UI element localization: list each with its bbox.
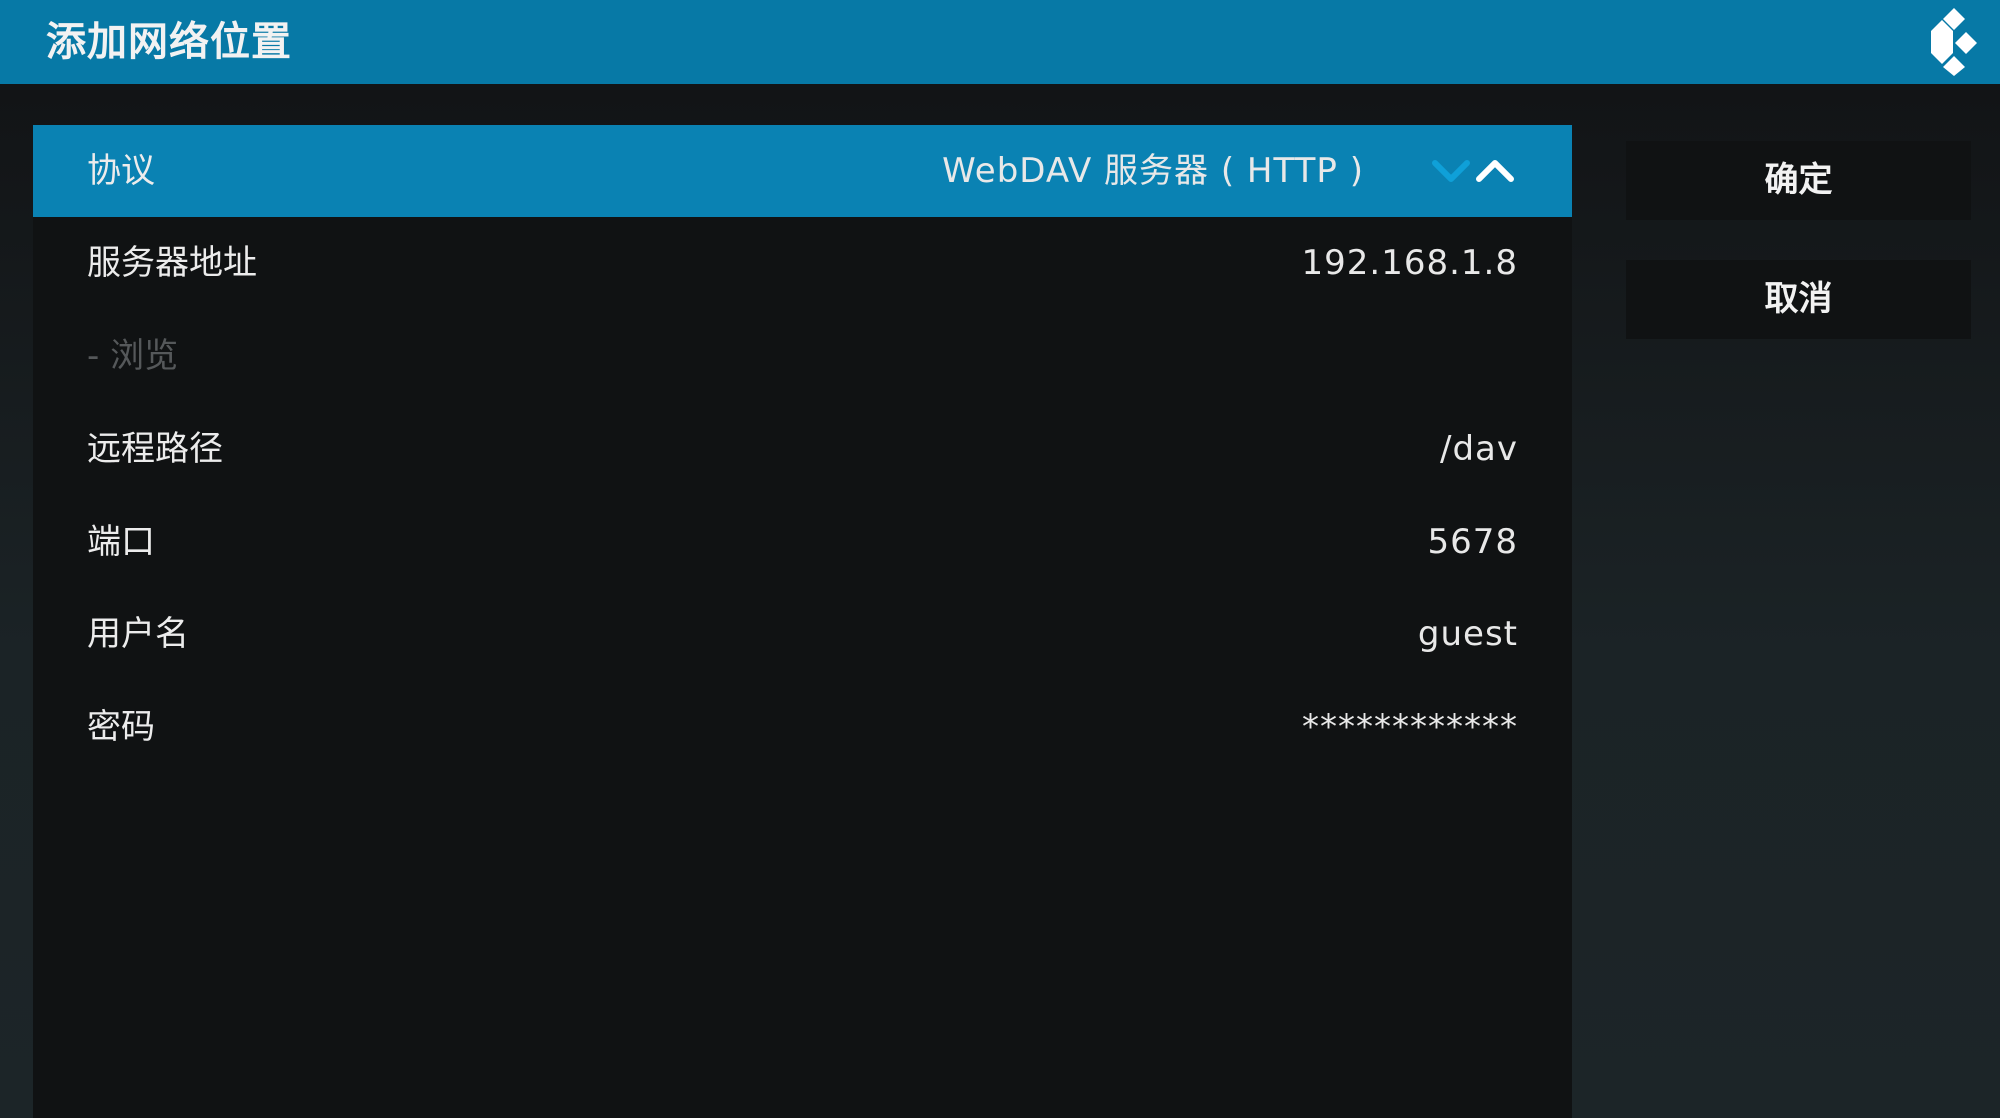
ok-button[interactable]: 确定 [1626,141,1971,220]
cancel-button[interactable]: 取消 [1626,260,1971,339]
settings-list: 协议 WebDAV 服务器 ( HTTP ) 服务器地址 192.168.1.8… [33,125,1572,1118]
dialog-title: 添加网络位置 [46,19,292,65]
setting-row-protocol[interactable]: 协议 WebDAV 服务器 ( HTTP ) [33,125,1572,217]
setting-label: 密码 [87,707,155,747]
setting-row-password[interactable]: 密码 ************ [33,681,1572,773]
setting-row-server-address[interactable]: 服务器地址 192.168.1.8 [33,217,1572,309]
setting-value: /dav [1440,429,1518,469]
setting-label: 远程路径 [87,429,223,469]
chevron-down-icon[interactable] [1429,153,1473,189]
setting-label: 服务器地址 [87,243,257,283]
setting-value: guest [1417,614,1518,654]
setting-value: ************ [1302,707,1518,747]
setting-label: 协议 [87,151,155,191]
setting-label: 用户名 [87,614,189,654]
setting-row-browse: - 浏览 [33,310,1572,402]
setting-value: 192.168.1.8 [1301,243,1518,283]
setting-label: - 浏览 [87,336,179,376]
setting-row-remote-path[interactable]: 远程路径 /dav [33,403,1572,495]
kodi-logo-icon [1931,8,1977,76]
setting-value: WebDAV 服务器 ( HTTP ) [942,151,1364,191]
setting-row-port[interactable]: 端口 5678 [33,496,1572,588]
setting-row-username[interactable]: 用户名 guest [33,588,1572,680]
setting-label: 端口 [87,522,155,562]
setting-value: 5678 [1427,522,1518,562]
dialog-header: 添加网络位置 [0,0,2000,84]
chevron-up-icon[interactable] [1473,153,1517,189]
